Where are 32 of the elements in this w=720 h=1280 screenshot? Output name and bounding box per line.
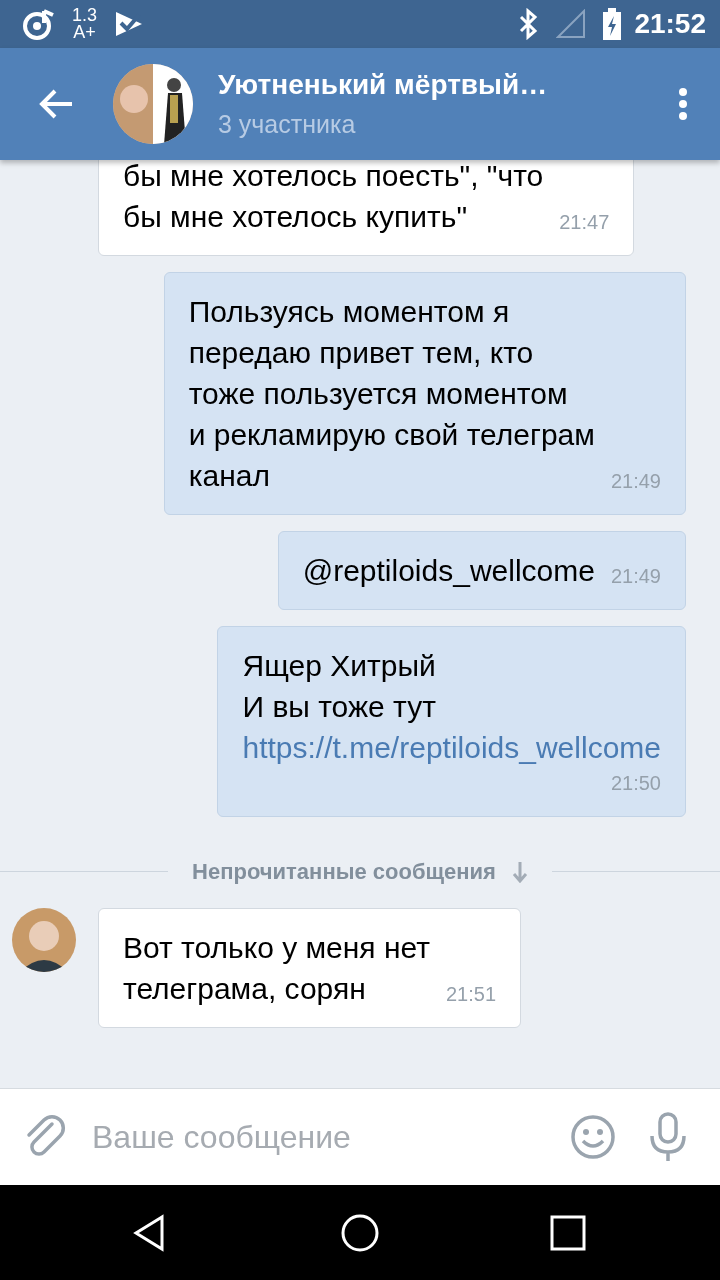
- back-arrow-icon: [38, 88, 74, 120]
- message-time: 21:49: [610, 564, 661, 589]
- message-text: бы мне хотелось поесть", "что бы мне хотелось купить": [123, 160, 544, 235]
- font-scale-label: A+: [72, 24, 97, 41]
- back-button[interactable]: [38, 88, 74, 120]
- message-text: Вот только у меня нет телеграма, сорян: [123, 930, 430, 1007]
- menu-button[interactable]: [678, 87, 688, 121]
- message-input[interactable]: Ваше сообщение: [90, 1112, 546, 1162]
- font-scale-text: 1.3: [72, 7, 98, 24]
- clock-text: 21:52: [634, 7, 706, 41]
- battery-icon: [602, 8, 623, 40]
- message-time: 21:47: [559, 210, 610, 235]
- down-arrow-icon: [511, 860, 528, 883]
- home-circle-icon: [340, 1212, 380, 1253]
- message-time: 21:49: [610, 469, 661, 494]
- chat-title: Уютненький мёртвый…: [218, 68, 549, 103]
- message-text: Пользуясь моментом я передаю привет тем, кто тоже пользуется моментом и рекламирую свой телеграм канал: [188, 294, 595, 494]
- microphone-icon: [648, 1112, 688, 1162]
- home-button[interactable]: [340, 1212, 380, 1253]
- message-time: 21:51: [445, 982, 496, 1007]
- signal-icon: [556, 9, 587, 39]
- message-text: Ящер Хитрый И вы тоже тут: [242, 648, 437, 725]
- message-text: @reptiloids_wellcome: [302, 553, 595, 589]
- more-options-icon: [678, 87, 688, 121]
- participants-count: 3 участника: [218, 109, 357, 141]
- group-avatar-icon: [112, 63, 194, 145]
- emoji-button[interactable]: [570, 1114, 616, 1160]
- voice-button[interactable]: [648, 1112, 688, 1162]
- unread-divider-text: Непрочитанные сообщения: [192, 858, 496, 886]
- smiley-icon: [570, 1114, 616, 1160]
- message-time: 21:50: [610, 771, 661, 796]
- message-link[interactable]: https://t.me/reptiloids_wellcome: [242, 731, 661, 764]
